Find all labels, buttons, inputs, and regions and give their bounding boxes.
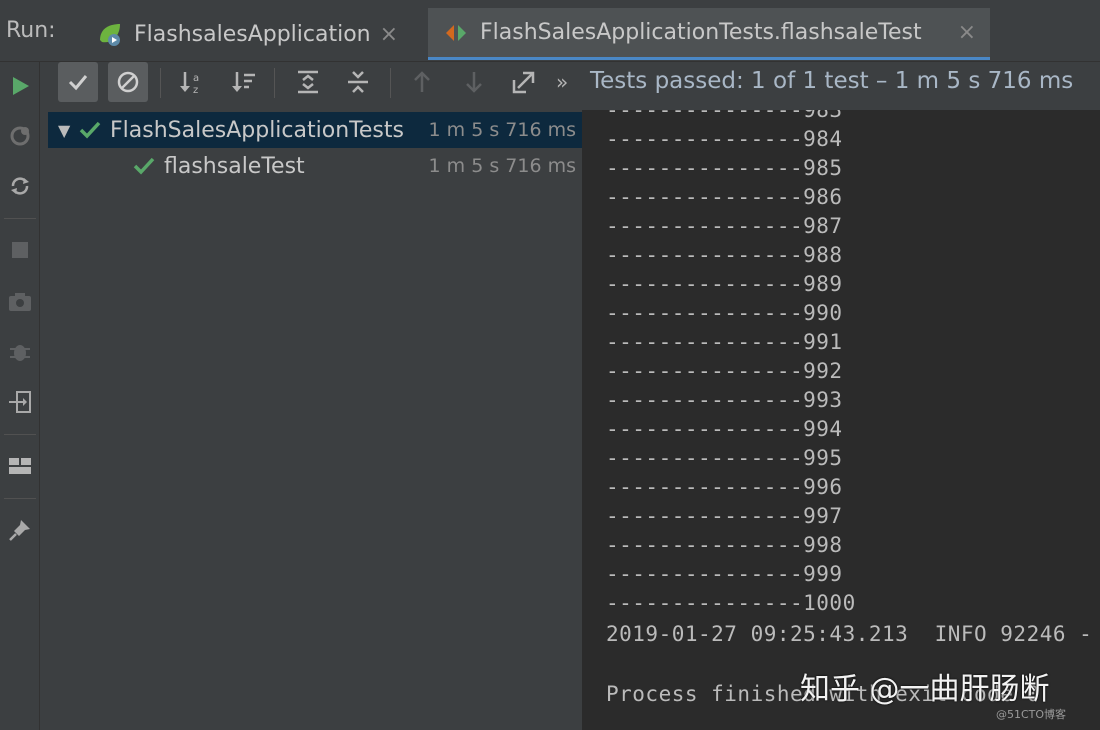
debug-icon[interactable]: [4, 336, 36, 368]
console-line: ---------------986: [606, 185, 843, 209]
tree-node-duration: 1 m 5 s 716 ms: [428, 155, 576, 177]
sort-alpha-icon: az: [180, 72, 199, 96]
expand-arrow-icon[interactable]: ▼: [58, 121, 78, 140]
tree-node-duration: 1 m 5 s 716 ms: [428, 119, 576, 141]
watermark: 知乎 @一曲肝肠断: [800, 672, 1050, 707]
console-output[interactable]: ---------------983 ---------------984 --…: [584, 110, 1100, 730]
console-line: ---------------991: [606, 330, 843, 354]
tree-node-label: flashsaleTest: [164, 153, 305, 179]
collapse-all-button[interactable]: [338, 62, 378, 102]
console-line: ---------------992: [606, 359, 843, 383]
tree-node-root[interactable]: ▼ FlashSalesApplicationTests 1 m 5 s 716…: [48, 112, 582, 148]
collapse-all-icon: [348, 71, 368, 93]
console-line: ---------------998: [606, 533, 843, 557]
toggle-auto-test-icon[interactable]: [4, 170, 36, 202]
sort-duration-icon: [232, 72, 255, 92]
stop-icon[interactable]: [4, 234, 36, 266]
console-line: ---------------996: [606, 475, 843, 499]
console-line: ---------------995: [606, 446, 843, 470]
test-status-text: Tests passed: 1 of 1 test – 1 m 5 s 716 …: [590, 68, 1074, 94]
console-line: ---------------983: [606, 110, 843, 122]
watermark-small: @51CTO博客: [996, 708, 1067, 721]
close-icon[interactable]: ×: [380, 22, 398, 47]
spring-boot-icon: [100, 24, 120, 46]
expand-all-icon: [298, 70, 318, 94]
arrow-up-icon: [414, 71, 430, 92]
test-runner-toolbar: az » Tests passed: 1 of 1 test – 1 m 5 s…: [40, 62, 1100, 108]
run-icon[interactable]: [4, 70, 36, 102]
rerun-failed-icon[interactable]: [4, 120, 36, 152]
layout-icon[interactable]: [4, 450, 36, 482]
console-line: ---------------999: [606, 562, 843, 586]
run-tab-bar: Run: FlashsalesApplication × FlashSalesA…: [0, 0, 1100, 62]
console-line: ---------------985: [606, 156, 843, 180]
pin-icon[interactable]: [4, 514, 36, 546]
check-icon: [68, 75, 88, 91]
test-passed-icon: [79, 121, 101, 139]
console-line: ---------------989: [606, 272, 843, 296]
sort-by-duration-button[interactable]: [224, 62, 264, 102]
tab-label: FlashsalesApplication: [134, 21, 371, 47]
tab-flashsale-test[interactable]: FlashSalesApplicationTests.flashsaleTest…: [428, 8, 990, 60]
console-line: 2019-01-27 09:25:43.213 INFO 92246 -: [606, 622, 1093, 646]
expand-all-button[interactable]: [288, 62, 328, 102]
previous-failed-button[interactable]: [402, 62, 442, 102]
import-icon[interactable]: [4, 386, 36, 418]
sort-alphabetically-button[interactable]: az: [172, 62, 212, 102]
console-line: ---------------994: [606, 417, 843, 441]
left-vertical-toolbar: [0, 62, 40, 730]
svg-text:z: z: [193, 85, 198, 96]
tree-node-child[interactable]: flashsaleTest 1 m 5 s 716 ms: [48, 148, 582, 184]
console-line: ---------------993: [606, 388, 843, 412]
test-runner-icon: [446, 24, 466, 41]
console-line: ---------------997: [606, 504, 843, 528]
arrow-down-icon: [466, 72, 482, 93]
console-line: ---------------1000: [606, 591, 856, 615]
test-passed-icon: [133, 157, 155, 175]
ignore-icon: [117, 71, 139, 93]
more-actions-icon[interactable]: »: [556, 70, 568, 94]
run-label: Run:: [6, 18, 56, 43]
test-tree: ▼ FlashSalesApplicationTests 1 m 5 s 716…: [48, 110, 582, 730]
console-line: ---------------987: [606, 214, 843, 238]
next-failed-button[interactable]: [454, 62, 494, 102]
tab-label: FlashSalesApplicationTests.flashsaleTest: [480, 20, 922, 45]
close-icon[interactable]: ×: [958, 20, 976, 45]
export-icon: [512, 71, 535, 94]
svg-text:a: a: [193, 73, 199, 84]
console-line: ---------------990: [606, 301, 843, 325]
tree-node-label: FlashSalesApplicationTests: [110, 117, 404, 143]
show-passed-button[interactable]: [58, 62, 98, 102]
console-line: ---------------988: [606, 243, 843, 267]
console-line: ---------------984: [606, 127, 843, 151]
tab-flashsales-application[interactable]: FlashsalesApplication ×: [82, 8, 412, 60]
export-results-button[interactable]: [504, 62, 544, 102]
camera-icon[interactable]: [4, 286, 36, 318]
show-ignored-button[interactable]: [108, 62, 148, 102]
